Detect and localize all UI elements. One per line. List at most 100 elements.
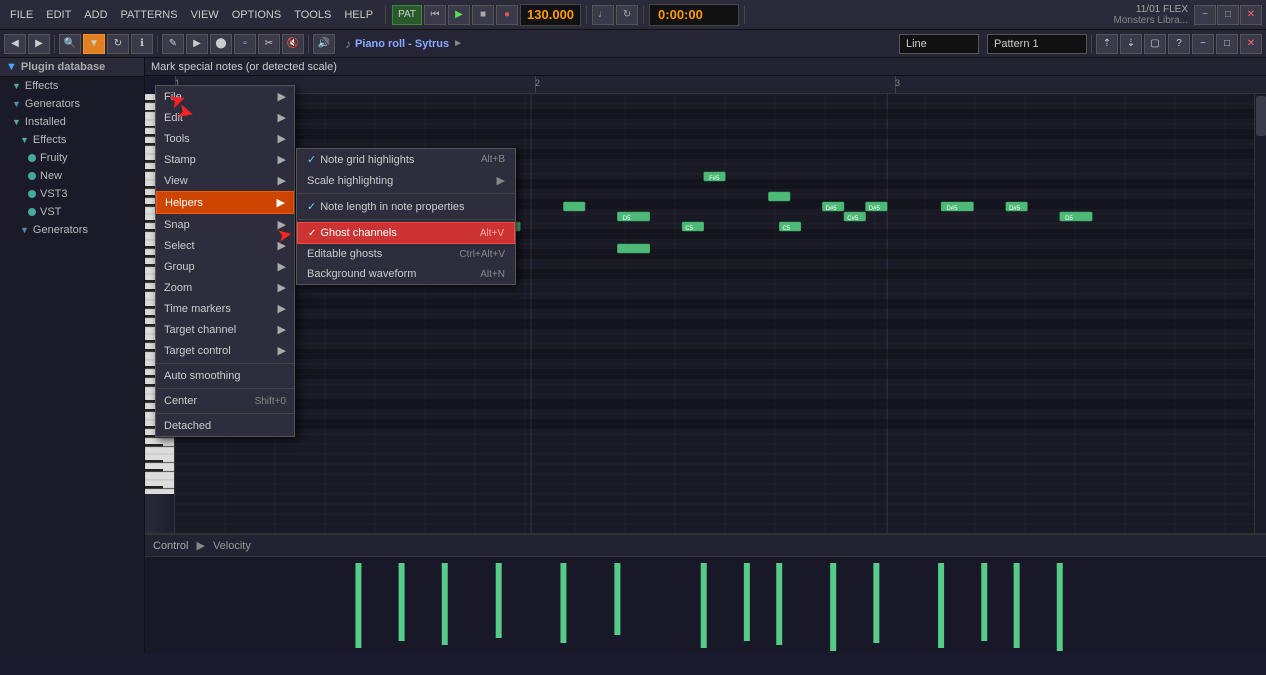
note-length-checkmark: ✓: [307, 200, 316, 213]
helpers-submenu-panel: ✓ Note grid highlights Alt+B Scale highl…: [296, 148, 516, 285]
plugin-database-header[interactable]: ▼ Plugin database: [0, 58, 144, 77]
pat-button[interactable]: PAT: [392, 5, 422, 25]
bpm-display[interactable]: 130.000: [520, 4, 581, 26]
sidebar-installed-label: Installed: [25, 116, 66, 128]
cm-time-markers[interactable]: Time markers ▶: [156, 298, 294, 319]
speaker-icon[interactable]: 🔊: [313, 34, 335, 54]
search-button[interactable]: 🔍: [59, 34, 81, 54]
loop-icon[interactable]: ↻: [616, 5, 638, 25]
sm-ghost-channels[interactable]: ✓ Ghost channels Alt+V: [297, 222, 515, 244]
close-button[interactable]: ✕: [1240, 5, 1262, 25]
cm-zoom[interactable]: Zoom ▶: [156, 277, 294, 298]
cm-select[interactable]: Select ▶: [156, 235, 294, 256]
menu-options[interactable]: OPTIONS: [226, 5, 288, 25]
nav-forward-button[interactable]: ▶: [28, 34, 50, 54]
sm-ghost-channels-label: Ghost channels: [320, 227, 396, 239]
nav-back-button[interactable]: ◀: [4, 34, 26, 54]
record-button[interactable]: ●: [496, 5, 518, 25]
cm-target-control-arrow: ▶: [278, 344, 286, 357]
menu-add[interactable]: ADD: [78, 5, 113, 25]
note-grid-checkmark: ✓: [307, 153, 316, 166]
cut-icon[interactable]: ✂: [258, 34, 280, 54]
cm-file-label: File: [164, 91, 182, 103]
cm-tools[interactable]: Tools ▶: [156, 128, 294, 149]
context-menu: File ▶ Edit ▶ Tools ▶ Stamp ▶ View ▶ Hel…: [155, 85, 295, 437]
sidebar-installed[interactable]: ▼ Installed: [0, 113, 144, 131]
pencil-icon[interactable]: ✎: [162, 34, 184, 54]
cm-file-arrow: ▶: [278, 90, 286, 103]
minimize-button[interactable]: −: [1194, 5, 1216, 25]
dropdown-button[interactable]: ▼: [83, 34, 105, 54]
eraser-icon[interactable]: ▫: [234, 34, 256, 54]
sm-scale-highlighting[interactable]: Scale highlighting ▶: [297, 170, 515, 191]
menu-file[interactable]: FILE: [4, 5, 39, 25]
cm-edit[interactable]: Edit ▶: [156, 107, 294, 128]
sidebar-generators-sub[interactable]: ▼ Generators: [0, 221, 144, 239]
stamp-icon[interactable]: ⬤: [210, 34, 232, 54]
sm-note-grid-highlights[interactable]: ✓ Note grid highlights Alt+B: [297, 149, 515, 170]
svg-text:D5: D5: [1065, 216, 1073, 222]
menu-patterns[interactable]: PATTERNS: [115, 5, 184, 25]
play-button[interactable]: ▶: [448, 5, 470, 25]
pr-close[interactable]: ✕: [1240, 34, 1262, 54]
cm-detached[interactable]: Detached: [156, 416, 294, 436]
new-dot: [28, 172, 36, 180]
vertical-scrollbar[interactable]: [1254, 94, 1266, 533]
cm-target-channel[interactable]: Target channel ▶: [156, 319, 294, 340]
sidebar-vst3[interactable]: VST3: [0, 185, 144, 203]
maximize-button[interactable]: □: [1217, 5, 1239, 25]
sidebar-vst[interactable]: VST: [0, 203, 144, 221]
menu-tools[interactable]: TOOLS: [288, 5, 337, 25]
sm-note-length[interactable]: ✓ Note length in note properties: [297, 196, 515, 217]
sidebar-effects-2[interactable]: ▼ Effects: [0, 131, 144, 149]
svg-text:C#5: C#5: [847, 216, 859, 222]
control-header: Control ▶ Velocity: [145, 535, 1266, 557]
cm-group[interactable]: Group ▶: [156, 256, 294, 277]
export-icon[interactable]: ⇡: [1096, 34, 1118, 54]
cm-auto-smoothing-label: Auto smoothing: [164, 370, 240, 382]
cm-group-arrow: ▶: [278, 260, 286, 273]
cm-view-arrow: ▶: [278, 174, 286, 187]
cm-helpers[interactable]: Helpers ▶: [156, 191, 294, 214]
cm-stamp[interactable]: Stamp ▶: [156, 149, 294, 170]
menu-edit[interactable]: EDIT: [40, 5, 77, 25]
cm-auto-smoothing[interactable]: Auto smoothing: [156, 366, 294, 386]
info-line1: 11/01 FLEX: [1136, 4, 1188, 15]
sidebar-new[interactable]: New: [0, 167, 144, 185]
piano-roll-title: Piano roll - Sytrus: [355, 38, 449, 50]
pr-maximize[interactable]: □: [1216, 34, 1238, 54]
cm-time-markers-label: Time markers: [164, 303, 231, 315]
sidebar-generators[interactable]: ▼ Generators: [0, 95, 144, 113]
stop-button[interactable]: ■: [472, 5, 494, 25]
sidebar-effects-1[interactable]: ▼ Effects: [0, 77, 144, 95]
import-icon[interactable]: ⇣: [1120, 34, 1142, 54]
line-display[interactable]: Line: [899, 34, 979, 54]
sm-background-waveform[interactable]: Background waveform Alt+N: [297, 264, 515, 284]
info-button[interactable]: ℹ: [131, 34, 153, 54]
cm-view[interactable]: View ▶: [156, 170, 294, 191]
metronome-icon[interactable]: ♩: [592, 5, 614, 25]
time-display: 0:00:00: [649, 4, 739, 26]
cm-target-channel-arrow: ▶: [278, 323, 286, 336]
menu-help[interactable]: HELP: [338, 5, 379, 25]
mute-icon[interactable]: 🔇: [282, 34, 304, 54]
menu-view[interactable]: VIEW: [185, 5, 225, 25]
pr-minimize[interactable]: −: [1192, 34, 1214, 54]
velocity-area[interactable]: [145, 557, 1266, 653]
cm-select-label: Select: [164, 240, 195, 252]
cm-center[interactable]: Center Shift+0: [156, 391, 294, 411]
pattern-display[interactable]: Pattern 1: [987, 34, 1087, 54]
pattern-label: Pattern 1: [994, 38, 1039, 50]
refresh-button[interactable]: ↻: [107, 34, 129, 54]
sidebar-fruity[interactable]: Fruity: [0, 149, 144, 167]
sm-editable-ghosts[interactable]: Editable ghosts Ctrl+Alt+V: [297, 244, 515, 264]
cm-sep-3: [156, 413, 294, 414]
cm-target-control[interactable]: Target control ▶: [156, 340, 294, 361]
cm-snap[interactable]: Snap ▶: [156, 214, 294, 235]
mixer-icon[interactable]: ▢: [1144, 34, 1166, 54]
select-icon[interactable]: ▶: [186, 34, 208, 54]
cm-file[interactable]: File ▶: [156, 86, 294, 107]
rewind-button[interactable]: ⏮: [424, 5, 446, 25]
svg-text:D5: D5: [623, 216, 631, 222]
help-icon-2[interactable]: ?: [1168, 34, 1190, 54]
